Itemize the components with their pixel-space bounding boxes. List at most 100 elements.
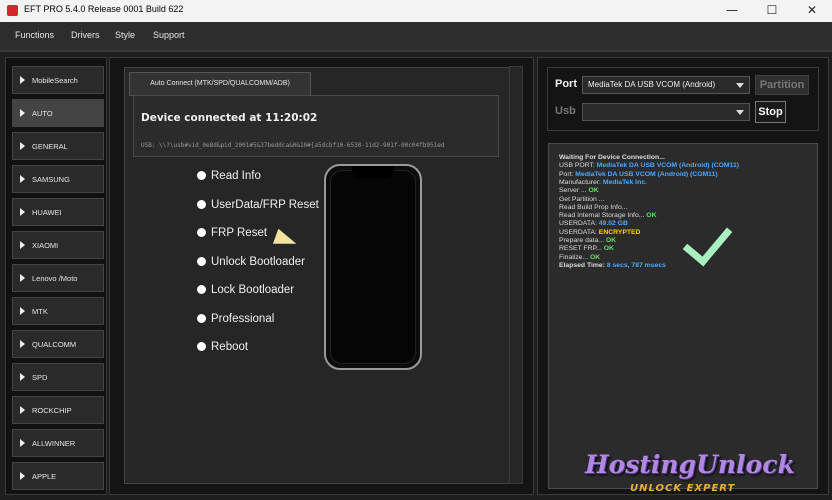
log-line-text: Server ...: [559, 187, 589, 195]
sidebar-item-allwinner[interactable]: ALLWINNER: [12, 429, 104, 457]
radio-icon: [197, 314, 206, 323]
phone-illustration: [324, 164, 422, 370]
option-label: Lock Bootloader: [211, 284, 295, 296]
log-line-text: Waiting For Device Connection...: [559, 154, 665, 161]
option-label: Unlock Bootloader: [211, 256, 305, 268]
log-line-value: 8 secs, 787 msecs: [606, 261, 666, 269]
log-line: RESET FRP... OK: [559, 245, 614, 252]
center-panel: Auto Connect (MTK/SPD/QUALCOMM/ADB) Devi…: [109, 57, 534, 495]
sidebar-item-spd[interactable]: SPD: [12, 363, 104, 391]
option-label: Read Info: [211, 170, 261, 182]
log-line: Elapsed Time: 8 secs, 787 msecs: [559, 262, 666, 269]
radio-icon: [197, 257, 206, 266]
sidebar-item-label: GENERAL: [32, 142, 68, 151]
chevron-right-icon: [20, 142, 25, 150]
sidebar-item-label: SPD: [32, 373, 48, 382]
chevron-right-icon: [20, 472, 25, 480]
log-line-value: MediaTek DA USB VCOM (Android) (COM11): [596, 162, 740, 170]
app-icon: [7, 5, 18, 16]
chevron-right-icon: [20, 373, 25, 381]
log-line-text: Port:: [559, 170, 576, 178]
option-professional[interactable]: Professional: [197, 313, 274, 329]
sidebar-item-auto[interactable]: AUTO: [12, 99, 104, 127]
option-frp-reset[interactable]: FRP Reset: [197, 227, 267, 243]
watermark-logo: HostingUnlock: [585, 450, 795, 479]
sidebar-item-lenovo-moto[interactable]: Lenovo /Moto: [12, 264, 104, 292]
log-line: USB PORT: MediaTek DA USB VCOM (Android)…: [559, 162, 739, 169]
log-line-value: MediaTek DA USB VCOM (Android) (COM11): [575, 170, 718, 178]
sidebar-item-label: APPLE: [32, 472, 57, 481]
chevron-down-icon: [736, 110, 744, 115]
sidebar-item-qualcomm[interactable]: QUALCOMM: [12, 330, 104, 358]
usb-path-text: USB: \\?\usb#vid_0e8d&pid_2001#5&37beddc…: [141, 142, 445, 149]
partition-button[interactable]: Partition: [755, 75, 809, 95]
chevron-right-icon: [20, 406, 25, 414]
chevron-right-icon: [20, 241, 25, 249]
port-select[interactable]: MediaTek DA USB VCOM (Android): [582, 76, 750, 94]
sidebar-item-label: Lenovo /Moto: [32, 274, 78, 283]
log-line-value: OK: [588, 187, 599, 195]
log-line-value: OK: [646, 212, 657, 220]
radio-icon: [197, 171, 206, 180]
log-line: Manufacturer: MediaTek Inc.: [559, 179, 647, 186]
chevron-down-icon: [736, 83, 744, 88]
menu-functions[interactable]: Functions: [15, 30, 54, 40]
log-line-text: Manufacturer:: [559, 178, 603, 186]
sidebar-item-mobilesearch[interactable]: MobileSearch: [12, 66, 104, 94]
port-select-value: MediaTek DA USB VCOM (Android): [588, 80, 716, 89]
sidebar-item-xiaomi[interactable]: XIAOMI: [12, 231, 104, 259]
radio-icon: [197, 200, 206, 209]
sidebar-item-huawei[interactable]: HUAWEI: [12, 198, 104, 226]
option-reboot[interactable]: Reboot: [197, 341, 248, 357]
usb-select[interactable]: [582, 103, 750, 121]
menu-support[interactable]: Support: [153, 30, 185, 40]
log-line-text: USERDATA:: [559, 220, 599, 228]
sidebar-item-general[interactable]: GENERAL: [12, 132, 104, 160]
sidebar-item-samsung[interactable]: SAMSUNG: [12, 165, 104, 193]
log-line-value: OK: [605, 237, 617, 244]
log-line: Prepare data... OK: [559, 237, 616, 244]
menu-style[interactable]: Style: [115, 30, 135, 40]
chevron-right-icon: [20, 439, 25, 447]
option-read-info[interactable]: Read Info: [197, 170, 261, 186]
option-userdata-frp-reset[interactable]: UserData/FRP Reset: [197, 199, 319, 215]
option-lock-bootloader[interactable]: Lock Bootloader: [197, 284, 294, 300]
option-label: UserData/FRP Reset: [211, 199, 319, 211]
tab-auto-connect[interactable]: Auto Connect (MTK/SPD/QUALCOMM/ADB): [129, 72, 311, 96]
log-line: Waiting For Device Connection...: [559, 154, 665, 161]
sidebar-item-label: MobileSearch: [32, 76, 78, 85]
sidebar-item-rockchip[interactable]: ROCKCHIP: [12, 396, 104, 424]
option-unlock-bootloader[interactable]: Unlock Bootloader: [197, 256, 305, 272]
chevron-right-icon: [20, 109, 25, 117]
chevron-right-icon: [20, 76, 25, 84]
chevron-right-icon: [20, 208, 25, 216]
log-line-value: OK: [589, 253, 601, 261]
sidebar-item-mtk[interactable]: MTK: [12, 297, 104, 325]
maximize-button[interactable]: ☐: [752, 0, 792, 22]
stop-button[interactable]: Stop: [755, 101, 786, 123]
log-line-text: Read Internal Storage Info...: [559, 212, 647, 220]
log-line: USERDATA: ENCRYPTED: [559, 229, 640, 236]
sidebar-item-apple[interactable]: APPLE: [12, 462, 104, 490]
log-line: USERDATA: 49.02 GB: [559, 220, 628, 227]
sidebar-item-label: ALLWINNER: [32, 439, 76, 448]
radio-icon: [197, 342, 206, 351]
log-line-text: USERDATA:: [559, 228, 599, 236]
port-label: Port: [555, 78, 577, 90]
option-label: Professional: [211, 313, 275, 325]
log-line-value: ENCRYPTED: [598, 228, 641, 236]
device-connected-title: Device connected at 11:20:02: [141, 112, 318, 124]
log-line-value: OK: [603, 245, 614, 253]
log-line-text: Read Build Prop Info...: [559, 203, 628, 211]
close-button[interactable]: ✕: [792, 0, 832, 22]
chevron-right-icon: [20, 307, 25, 315]
menu-drivers[interactable]: Drivers: [71, 30, 100, 40]
log-line-text: Prepare data...: [559, 237, 606, 244]
minimize-button[interactable]: —: [712, 0, 752, 22]
vertical-scrollbar[interactable]: [509, 66, 523, 484]
log-line-text: Finalize...: [559, 253, 590, 261]
log-line-text: USB PORT:: [559, 162, 597, 170]
log-line: Finalize... OK: [559, 254, 600, 261]
radio-icon: [197, 285, 206, 294]
log-line-text: Elapsed Time:: [559, 261, 607, 269]
